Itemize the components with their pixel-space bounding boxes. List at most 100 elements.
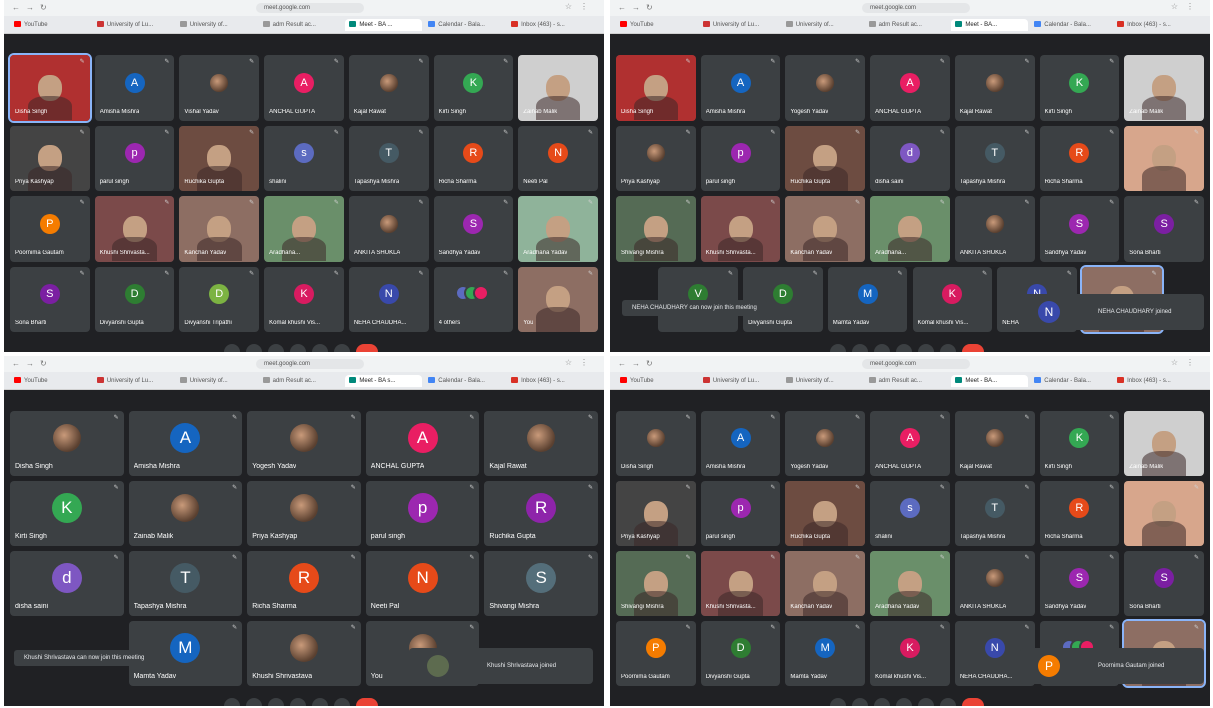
- camera-button[interactable]: [246, 698, 262, 706]
- pin-icon[interactable]: ✎: [1109, 414, 1114, 421]
- participant-tile[interactable]: T ✎ Tapashya Mishra: [348, 125, 429, 191]
- pin-icon[interactable]: ✎: [1194, 624, 1199, 631]
- participant-tile[interactable]: ✎ Disha Singh: [616, 411, 696, 476]
- pin-icon[interactable]: ✎: [940, 129, 945, 136]
- browser-tab[interactable]: Meet - BA s...: [345, 375, 423, 387]
- pin-icon[interactable]: ✎: [940, 484, 945, 491]
- browser-tab[interactable]: Meet - BA ...: [345, 19, 423, 31]
- participant-tile[interactable]: p ✎ parul singh: [700, 125, 781, 191]
- pin-icon[interactable]: ✎: [80, 270, 85, 277]
- pin-icon[interactable]: ✎: [232, 624, 237, 631]
- pin-icon[interactable]: ✎: [1194, 199, 1199, 206]
- hand-button[interactable]: [334, 698, 350, 706]
- pin-icon[interactable]: ✎: [940, 414, 945, 421]
- hand-button[interactable]: [940, 344, 956, 352]
- pin-icon[interactable]: ✎: [770, 129, 775, 136]
- pin-icon[interactable]: ✎: [80, 129, 85, 136]
- emoji-button[interactable]: [896, 698, 912, 706]
- browser-tab[interactable]: adm Result ac...: [262, 19, 340, 31]
- participant-tile[interactable]: ✎ ANKITA SHUKLA: [348, 196, 429, 262]
- pin-icon[interactable]: ✎: [351, 624, 356, 631]
- pin-icon[interactable]: ✎: [249, 199, 254, 206]
- browser-tab[interactable]: Calendar - Bala...: [1034, 375, 1111, 387]
- pin-icon[interactable]: ✎: [1067, 270, 1072, 277]
- participant-tile[interactable]: ✎ ANKITA SHUKLA: [954, 551, 1035, 616]
- participant-tile[interactable]: A ✎ ANCHAL GUPTA: [870, 411, 950, 476]
- pin-icon[interactable]: ✎: [503, 129, 508, 136]
- leave-call-button[interactable]: [962, 344, 984, 352]
- participant-tile[interactable]: A ✎ Amisha Mishra: [700, 411, 781, 476]
- address-bar[interactable]: meet.google.com: [862, 3, 970, 13]
- leave-call-button[interactable]: [356, 698, 378, 706]
- participant-tile[interactable]: T ✎ Tapashya Mishra: [128, 551, 243, 616]
- browser-tab[interactable]: Inbox (463) - s...: [1117, 19, 1194, 31]
- mic-button[interactable]: [830, 344, 846, 352]
- browser-tab[interactable]: Meet - BA...: [951, 19, 1029, 31]
- pin-icon[interactable]: ✎: [503, 270, 508, 277]
- pin-icon[interactable]: ✎: [469, 624, 474, 631]
- pin-icon[interactable]: ✎: [469, 484, 474, 491]
- pin-icon[interactable]: ✎: [1194, 414, 1199, 421]
- participant-tile[interactable]: ✎ Ruchika Gupta: [179, 125, 260, 191]
- pin-icon[interactable]: ✎: [1109, 58, 1114, 65]
- captions-button[interactable]: [874, 698, 890, 706]
- participant-tile[interactable]: K ✎ Komal khushi Vis...: [264, 266, 344, 332]
- participant-tile[interactable]: ✎: [1124, 481, 1204, 546]
- pin-icon[interactable]: ✎: [588, 554, 593, 561]
- browser-actions[interactable]: ☆⋮: [1171, 2, 1202, 11]
- leave-call-button[interactable]: [356, 344, 378, 352]
- pin-icon[interactable]: ✎: [855, 199, 860, 206]
- pin-icon[interactable]: ✎: [770, 554, 775, 561]
- present-button[interactable]: [312, 698, 328, 706]
- browser-tab[interactable]: University of Lu...: [702, 375, 780, 387]
- pin-icon[interactable]: ✎: [897, 270, 902, 277]
- participant-tile[interactable]: K ✎ Komal khushi Vis...: [912, 266, 993, 332]
- participant-tile[interactable]: ✎ Shivangi Mishra: [616, 551, 696, 616]
- participant-tile[interactable]: p ✎ parul singh: [700, 481, 781, 546]
- browser-tab[interactable]: University of...: [179, 375, 257, 387]
- participant-tile[interactable]: ✎ Aradhana Yadav: [518, 196, 598, 262]
- participant-tile[interactable]: ✎ Yogesh Yadav: [247, 411, 361, 476]
- participant-tile[interactable]: N ✎ Neeti Pal: [518, 125, 598, 191]
- participant-tile[interactable]: ✎ Kanchan Yadav: [785, 551, 866, 616]
- participant-tile[interactable]: ✎ Aradhana Yadav: [870, 551, 950, 616]
- pin-icon[interactable]: ✎: [588, 199, 593, 206]
- browser-actions[interactable]: ☆⋮: [565, 358, 596, 367]
- nav-buttons[interactable]: ←→↻: [12, 3, 53, 12]
- browser-tab[interactable]: Inbox (463) - s...: [511, 375, 588, 387]
- participant-tile[interactable]: ✎ Shivangi Mishra: [616, 196, 696, 262]
- pin-icon[interactable]: ✎: [1025, 199, 1030, 206]
- participant-tile[interactable]: ✎ You: [518, 266, 598, 332]
- pin-icon[interactable]: ✎: [80, 58, 85, 65]
- pin-icon[interactable]: ✎: [686, 484, 691, 491]
- pin-icon[interactable]: ✎: [164, 129, 169, 136]
- participant-tile[interactable]: R ✎ Richa Sharma: [247, 551, 361, 616]
- emoji-button[interactable]: [896, 344, 912, 352]
- participant-tile[interactable]: S ✎ Shivangi Mishra: [484, 551, 598, 616]
- pin-icon[interactable]: ✎: [232, 414, 237, 421]
- pin-icon[interactable]: ✎: [1194, 484, 1199, 491]
- participant-tile[interactable]: M ✎ Mamta Yadav: [785, 621, 866, 686]
- mic-button[interactable]: [830, 698, 846, 706]
- browser-tab[interactable]: University of...: [785, 375, 863, 387]
- browser-tab[interactable]: YouTube: [14, 19, 91, 31]
- participant-tile[interactable]: A ✎ Amisha Mishra: [700, 55, 781, 121]
- present-button[interactable]: [918, 698, 934, 706]
- participant-tile[interactable]: ✎ Aradhana...: [264, 196, 344, 262]
- browser-actions[interactable]: ☆⋮: [1171, 358, 1202, 367]
- pin-icon[interactable]: ✎: [686, 554, 691, 561]
- pin-icon[interactable]: ✎: [1194, 554, 1199, 561]
- participant-tile[interactable]: T ✎ Tapashya Mishra: [954, 125, 1035, 191]
- participant-tile[interactable]: ✎ Disha Singh: [10, 411, 124, 476]
- participant-tile[interactable]: d ✎ disha saini: [10, 551, 124, 616]
- participant-tile[interactable]: s ✎ shalini: [264, 125, 344, 191]
- pin-icon[interactable]: ✎: [770, 624, 775, 631]
- participant-tile[interactable]: D ✎ Divyanshi Gupta: [700, 621, 781, 686]
- pin-icon[interactable]: ✎: [114, 414, 119, 421]
- emoji-button[interactable]: [290, 344, 306, 352]
- pin-icon[interactable]: ✎: [855, 414, 860, 421]
- participant-tile[interactable]: P ✎ Poornima Gautam: [616, 621, 696, 686]
- pin-icon[interactable]: ✎: [1025, 624, 1030, 631]
- participant-tile[interactable]: K ✎ Kirti Singh: [1039, 411, 1120, 476]
- pin-icon[interactable]: ✎: [469, 414, 474, 421]
